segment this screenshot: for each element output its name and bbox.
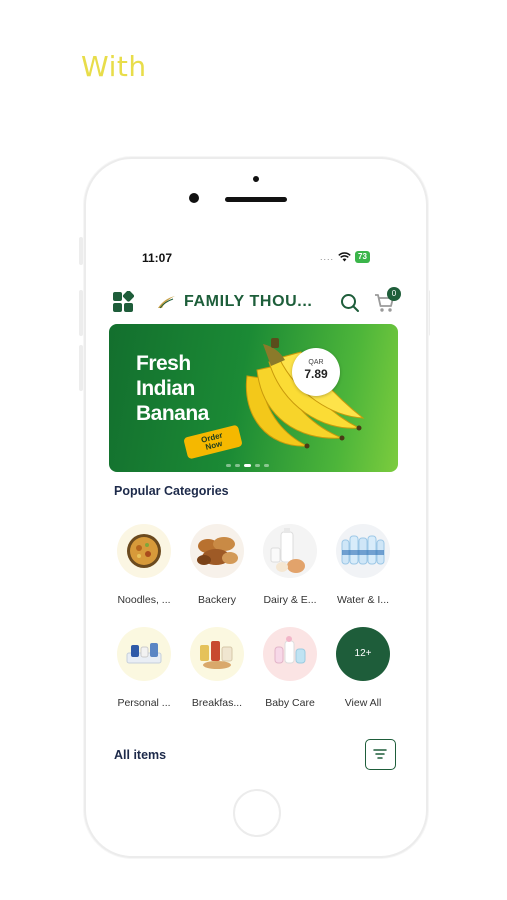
carousel-dot[interactable] — [255, 464, 260, 467]
phone-volume-up — [79, 290, 83, 336]
brand-name[interactable]: FAMILY THOU... — [184, 293, 312, 311]
category-bakery[interactable]: Backery — [181, 524, 253, 606]
category-baby-care[interactable]: Baby Care — [254, 627, 326, 709]
brand-logo-icon — [158, 296, 175, 309]
view-all-badge[interactable]: 12+ — [336, 627, 390, 681]
phone-home-button[interactable] — [233, 789, 281, 837]
battery-indicator: 73 — [355, 251, 370, 263]
price-currency: QAR — [308, 359, 324, 366]
carousel-dot[interactable] — [264, 464, 269, 467]
phone-camera — [189, 193, 199, 203]
filter-icon — [373, 749, 387, 759]
phone-volume-down — [79, 345, 83, 391]
signal-dots: .... — [320, 252, 335, 262]
water-icon — [336, 524, 390, 578]
phone-silent-switch — [79, 237, 83, 265]
price-value: 7.89 — [304, 367, 328, 381]
status-time: 11:07 — [142, 251, 173, 265]
categories-grid-icon[interactable] — [112, 291, 134, 313]
carousel-indicator[interactable] — [226, 464, 269, 467]
category-label: Dairy & E... — [263, 594, 317, 606]
category-label: Personal ... — [117, 697, 171, 709]
category-water[interactable]: Water & I... — [327, 524, 399, 606]
noodles-icon — [117, 524, 171, 578]
banana-image — [245, 338, 365, 449]
category-noodles[interactable]: Noodles, ... — [108, 524, 180, 606]
status-indicators: .... 73 — [320, 251, 370, 263]
app-bar: FAMILY THOU... 0 — [112, 287, 402, 316]
phone-sensor — [253, 176, 259, 182]
category-view-all[interactable]: 12+ View All — [327, 627, 399, 709]
popular-categories-title: Popular Categories — [114, 484, 229, 498]
breakfast-icon — [190, 627, 244, 681]
cart-count-badge: 0 — [387, 287, 401, 301]
baby-care-icon — [263, 627, 317, 681]
dairy-icon — [263, 524, 317, 578]
promo-banner[interactable]: Fresh Indian Banana QAR 7.89 Order Now — [109, 324, 398, 472]
category-label: Breakfas... — [191, 697, 243, 709]
category-dairy[interactable]: Dairy & E... — [254, 524, 326, 606]
wifi-icon — [338, 252, 351, 262]
category-breakfast[interactable]: Breakfas... — [181, 627, 253, 709]
carousel-dot-active[interactable] — [244, 464, 251, 467]
category-personal-care[interactable]: Personal ... — [108, 627, 180, 709]
category-label: Water & I... — [336, 594, 390, 606]
personal-care-icon — [117, 627, 171, 681]
bakery-icon — [190, 524, 244, 578]
category-label: View All — [344, 697, 382, 709]
phone-speaker — [225, 197, 287, 202]
filter-button[interactable] — [365, 739, 396, 770]
search-icon[interactable] — [340, 293, 360, 313]
price-badge: QAR 7.89 — [292, 348, 340, 396]
category-label: Backery — [198, 594, 236, 606]
caption-text: With — [81, 50, 147, 83]
carousel-dot[interactable] — [226, 464, 231, 467]
carousel-dot[interactable] — [235, 464, 240, 467]
category-label: Noodles, ... — [117, 594, 171, 606]
category-label: Baby Care — [265, 697, 315, 709]
all-items-title: All items — [114, 748, 167, 762]
